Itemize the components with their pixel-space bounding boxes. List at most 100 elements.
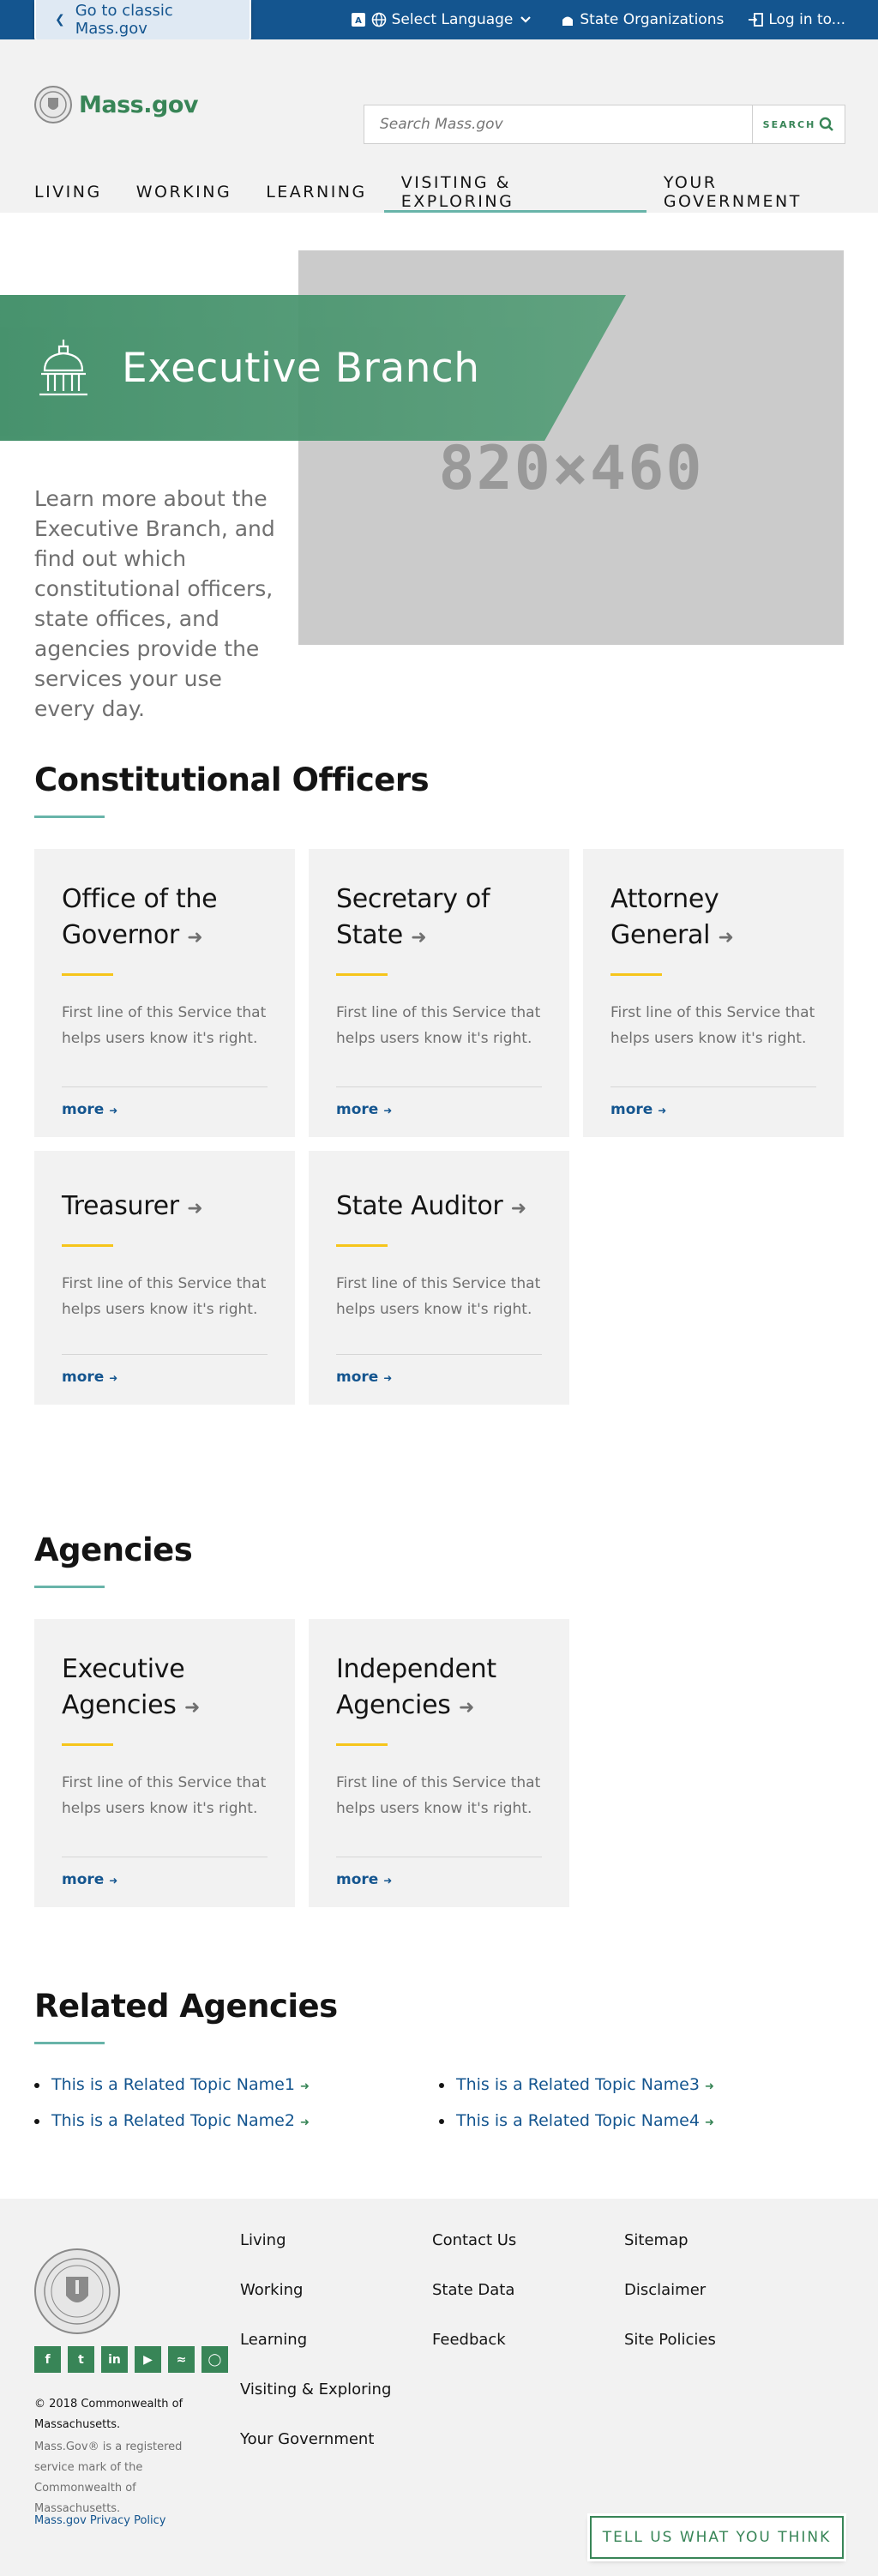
card-title[interactable]: Executive Agencies ➜ (62, 1652, 268, 1726)
related-link[interactable]: This is a Related Topic Name4 ➜ (439, 2111, 844, 2130)
related-link-label: This is a Related Topic Name1 (51, 2075, 295, 2094)
language-label: Select Language (391, 11, 514, 28)
facebook-icon[interactable]: f (34, 2346, 61, 2373)
more-label: more (336, 1871, 379, 1888)
card-title[interactable]: Office of the Governor ➜ (62, 882, 268, 956)
related-link-label: This is a Related Topic Name2 (51, 2111, 295, 2130)
card-secretary-of-state[interactable]: Secretary of State ➜ First line of this S… (309, 849, 569, 1137)
card-more-link[interactable]: more ➜ (336, 1354, 542, 1386)
nav-living[interactable]: LIVING (17, 173, 119, 211)
search-button[interactable]: SEARCH (752, 105, 845, 143)
related-link[interactable]: This is a Related Topic Name3 ➜ (439, 2075, 844, 2094)
globe-icon (371, 12, 386, 27)
related-link[interactable]: This is a Related Topic Name2 ➜ (34, 2111, 439, 2130)
related-link[interactable]: This is a Related Topic Name1 ➜ (34, 2075, 439, 2094)
arrow-right-icon: ➜ (109, 1372, 118, 1384)
search-button-label: SEARCH (762, 118, 816, 130)
instagram-icon[interactable]: ◯ (201, 2346, 228, 2373)
footer-link-living[interactable]: Living (240, 2231, 391, 2281)
arrow-right-icon: ➜ (510, 1198, 526, 1219)
arrow-right-icon: ➜ (704, 2116, 714, 2129)
arrow-right-icon: ➜ (383, 1875, 393, 1887)
utility-bar: ❮ Go to classic Mass.gov A Select Langua… (0, 0, 878, 41)
footer-link-sitemap[interactable]: Sitemap (624, 2231, 716, 2281)
footer-link-disclaimer[interactable]: Disclaimer (624, 2281, 716, 2331)
nav-visiting-exploring[interactable]: VISITING & EXPLORING (383, 173, 646, 213)
card-attorney-general[interactable]: Attorney General ➜ First line of this Ser… (583, 849, 844, 1137)
card-description: First line of this Service that helps us… (610, 1004, 815, 1047)
state-organizations-link[interactable]: State Organizations (561, 11, 724, 28)
arrow-right-icon: ➜ (411, 927, 427, 948)
card-title-line2: State (336, 920, 403, 950)
footer-nav-col3: Sitemap Disclaimer Site Policies (624, 2231, 716, 2380)
copyright-text: © 2018 Commonwealth of Massachusetts. (34, 2398, 183, 2431)
card-more-link[interactable]: more ➜ (62, 1857, 268, 1888)
login-link[interactable]: Log in to... (748, 11, 845, 28)
language-selector[interactable]: A Select Language (351, 11, 538, 28)
card-title-line1: Attorney (610, 884, 719, 914)
hero: 820×460 Executive Branch Learn more abou… (0, 213, 878, 761)
state-seal-icon (34, 86, 72, 123)
classic-link-label: Go to classic Mass.gov (75, 2, 173, 38)
site-header: Mass.gov SEARCH LIVING WORKING LEARNING … (0, 39, 878, 213)
card-title-line2: Agencies (336, 1690, 451, 1720)
youtube-icon[interactable]: ▶ (135, 2346, 161, 2373)
nav-your-government[interactable]: YOUR GOVERNMENT (646, 173, 878, 211)
arrow-right-icon: ➜ (109, 1875, 118, 1887)
trademark-text: Mass.Gov® is a registered service mark o… (34, 2441, 183, 2515)
card-divider (336, 1244, 388, 1247)
rss-icon[interactable]: ≈ (168, 2346, 195, 2373)
site-logo[interactable]: Mass.gov (34, 86, 198, 123)
card-more-link[interactable]: more ➜ (62, 1086, 268, 1118)
card-independent-agencies[interactable]: Independent Agencies ➜ First line of this… (309, 1619, 569, 1907)
section-title: Agencies (34, 1532, 193, 1568)
section-divider (34, 2042, 105, 2044)
twitter-icon[interactable]: t (68, 2346, 94, 2373)
footer-link-site-policies[interactable]: Site Policies (624, 2331, 716, 2380)
card-more-link[interactable]: more ➜ (336, 1857, 542, 1888)
related-column-right: This is a Related Topic Name3 ➜ This is … (439, 2075, 844, 2147)
nav-working[interactable]: WORKING (119, 173, 249, 211)
footer-link-feedback[interactable]: Feedback (432, 2331, 516, 2380)
arrow-right-icon: ➜ (299, 2080, 310, 2093)
classic-site-link[interactable]: ❮ Go to classic Mass.gov (34, 0, 251, 41)
footer-link-contact-us[interactable]: Contact Us (432, 2231, 516, 2281)
chevron-left-icon: ❮ (55, 13, 65, 27)
card-description: First line of this Service that helps us… (62, 1004, 267, 1047)
site-footer: f t in ▶ ≈ ◯ © 2018 Commonwealth of Mass… (0, 2199, 878, 2576)
linkedin-icon[interactable]: in (101, 2346, 128, 2373)
privacy-policy-link[interactable]: Mass.gov Privacy Policy (34, 2514, 166, 2527)
feedback-button[interactable]: TELL US WHAT YOU THINK (590, 2516, 844, 2559)
card-state-auditor[interactable]: State Auditor ➜ First line of this Servi… (309, 1151, 569, 1405)
card-title[interactable]: Secretary of State ➜ (336, 882, 542, 956)
card-title[interactable]: Treasurer ➜ (62, 1189, 268, 1227)
more-label: more (62, 1871, 105, 1888)
card-treasurer[interactable]: Treasurer ➜ First line of this Service t… (34, 1151, 295, 1405)
card-title[interactable]: Independent Agencies ➜ (336, 1652, 542, 1726)
search-icon (820, 117, 834, 131)
card-description: First line of this Service that helps us… (336, 1774, 541, 1817)
footer-link-visiting-exploring[interactable]: Visiting & Exploring (240, 2380, 391, 2430)
nav-learning[interactable]: LEARNING (249, 173, 384, 211)
footer-link-working[interactable]: Working (240, 2281, 391, 2331)
section-divider (34, 1586, 105, 1588)
footer-link-your-government[interactable]: Your Government (240, 2430, 391, 2480)
footer-link-state-data[interactable]: State Data (432, 2281, 516, 2331)
card-title-line1: Executive (62, 1654, 185, 1684)
card-title[interactable]: State Auditor ➜ (336, 1189, 542, 1227)
arrow-right-icon: ➜ (383, 1104, 393, 1116)
card-executive-agencies[interactable]: Executive Agencies ➜ First line of this S… (34, 1619, 295, 1907)
statehouse-dome-icon (39, 340, 87, 396)
footer-link-learning[interactable]: Learning (240, 2331, 391, 2380)
card-title-line1: Independent (336, 1654, 496, 1684)
agencies-section: Agencies Executive Agencies ➜ First line … (0, 1532, 878, 1988)
more-label: more (336, 1101, 379, 1118)
state-orgs-label: State Organizations (580, 11, 725, 28)
card-more-link[interactable]: more ➜ (62, 1354, 268, 1386)
search-input[interactable] (364, 105, 752, 143)
card-more-link[interactable]: more ➜ (610, 1086, 816, 1118)
card-title[interactable]: Attorney General ➜ (610, 882, 816, 956)
utility-links: A Select Language State Organizations Lo… (327, 0, 845, 39)
card-office-of-the-governor[interactable]: Office of the Governor ➜ First line of th… (34, 849, 295, 1137)
card-more-link[interactable]: more ➜ (336, 1086, 542, 1118)
